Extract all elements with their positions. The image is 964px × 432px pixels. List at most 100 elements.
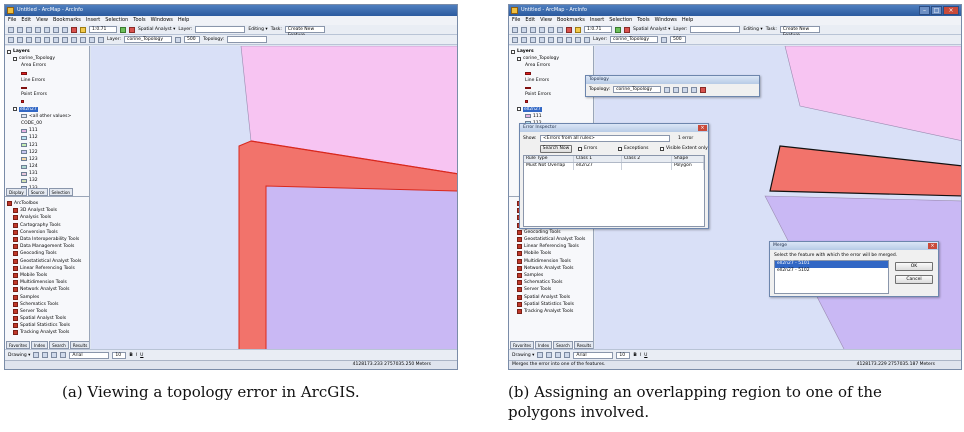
bold-button[interactable]: B [633, 353, 636, 358]
arctoolbox-icon[interactable] [624, 26, 630, 33]
toolbox-item[interactable]: Server Tools [7, 308, 87, 315]
topology-combo[interactable]: corine_Topology [613, 86, 662, 93]
col-rule-type[interactable]: Rule Type [524, 156, 574, 162]
topology-combo[interactable] [227, 36, 268, 43]
editor-icon[interactable] [615, 26, 621, 33]
list-item[interactable]: ell2n27 - 5101 [775, 261, 888, 268]
menu-windows[interactable]: Windows [151, 16, 173, 25]
toolbox-item[interactable]: Conversion Tools [7, 229, 87, 236]
arctoolbox-root[interactable]: ArcToolbox [7, 200, 87, 207]
text-icon[interactable] [564, 352, 571, 358]
cut-icon[interactable] [548, 26, 554, 33]
topology-layer[interactable]: corine_Topology [7, 55, 87, 62]
layers-root[interactable]: Layers [7, 48, 87, 55]
find-icon[interactable] [89, 36, 95, 43]
toolbox-item[interactable]: Data Management Tools [7, 243, 87, 250]
menu-selection[interactable]: Selection [105, 16, 128, 25]
close-icon[interactable]: × [943, 6, 959, 15]
toolbox-item[interactable]: Geocoding Tools [511, 229, 591, 236]
toolbox-item[interactable]: Mobile Tools [7, 272, 87, 279]
col-shape[interactable]: Shape [672, 156, 704, 162]
delete-icon[interactable] [71, 26, 77, 33]
menu-edit[interactable]: Edit [21, 16, 31, 25]
toolbox-item[interactable]: Network Analyst Tools [511, 265, 591, 272]
layer-ell2n27[interactable]: ell2n27 [511, 106, 591, 113]
toolbox-item[interactable]: Schematics Tools [7, 301, 87, 308]
select-icon[interactable] [71, 36, 77, 43]
errors-checkbox[interactable]: Errors [578, 146, 597, 151]
layer-combo[interactable] [195, 26, 246, 33]
font-combo[interactable]: Arial [573, 351, 614, 359]
toolbox-item[interactable]: Schematics Tools [511, 279, 591, 286]
fix-error-icon[interactable] [691, 86, 698, 93]
toolbox-item[interactable]: Data Interoperability Tools [7, 236, 87, 243]
tab-display[interactable]: Display [6, 188, 27, 196]
col-class-1[interactable]: Class 1 [574, 156, 622, 162]
toolbox-item[interactable]: Spatial Analyst Tools [511, 293, 591, 300]
spatial-analyst-menu[interactable]: Spatial Analyst ▾ [633, 27, 670, 32]
tab-favorites[interactable]: Favorites [6, 341, 31, 349]
task-combo[interactable]: Create New Feature [284, 26, 325, 38]
cancel-button[interactable]: Cancel [895, 275, 933, 284]
underline-button[interactable]: U [140, 353, 143, 358]
validate-extent-icon[interactable] [682, 86, 689, 93]
toolbox-item[interactable]: Spatial Statistics Tools [7, 322, 87, 329]
menu-windows[interactable]: Windows [655, 16, 677, 25]
validate-icon[interactable] [673, 86, 680, 93]
select-icon[interactable] [566, 36, 572, 43]
toolbox-item[interactable]: Mobile Tools [511, 250, 591, 257]
editor-menu[interactable]: Editing ▾ [743, 27, 762, 32]
tab-index[interactable]: Index [535, 341, 553, 349]
toolbox-item[interactable]: Samples [7, 293, 87, 300]
menu-file[interactable]: File [8, 16, 16, 25]
full-extent-icon[interactable] [44, 36, 50, 43]
close-icon[interactable]: × [698, 125, 707, 131]
forward-icon[interactable] [557, 36, 563, 43]
map-view[interactable] [91, 46, 457, 349]
toolbox-item[interactable]: Tracking Analyst Tools [511, 308, 591, 315]
drawing-menu[interactable]: Drawing ▾ [8, 353, 30, 358]
topology-icon[interactable] [660, 36, 667, 43]
font-size-combo[interactable]: 10 [112, 351, 127, 359]
measure-icon[interactable] [98, 36, 104, 43]
tab-source[interactable]: Source [27, 188, 48, 196]
copy-icon[interactable] [53, 26, 59, 33]
identify-icon[interactable] [80, 36, 86, 43]
toolbox-item[interactable]: Spatial Analyst Tools [7, 315, 87, 322]
zoom-in-icon[interactable] [512, 36, 518, 43]
toolbox-item[interactable]: 3D Analyst Tools [7, 207, 87, 214]
layer-combo-2[interactable]: corine_Topology [609, 36, 658, 43]
scale-combo[interactable]: 1:0.71 [89, 26, 117, 33]
toolbox-item[interactable]: Multidimension Tools [511, 258, 591, 265]
new-icon[interactable] [8, 26, 14, 33]
print-icon[interactable] [35, 26, 41, 33]
menu-insert[interactable]: Insert [86, 16, 100, 25]
toolbox-item[interactable]: Server Tools [511, 286, 591, 293]
full-extent-icon[interactable] [539, 36, 545, 43]
maximize-icon[interactable]: □ [931, 6, 942, 15]
fixed-zoom-icon[interactable] [26, 36, 32, 43]
pan-icon[interactable] [530, 36, 536, 43]
visible-extent-checkbox[interactable]: Visible Extent only [660, 146, 708, 151]
menu-bookmarks[interactable]: Bookmarks [557, 16, 585, 25]
menu-selection[interactable]: Selection [609, 16, 632, 25]
menu-view[interactable]: View [540, 16, 552, 25]
add-data-icon[interactable] [80, 26, 86, 33]
italic-button[interactable]: I [136, 353, 137, 358]
tab-index[interactable]: Index [31, 341, 49, 349]
font-combo[interactable]: Arial [69, 351, 110, 359]
editor-icon[interactable] [120, 26, 126, 33]
layer-ell2n27[interactable]: ell2n27 [7, 106, 87, 113]
text-icon[interactable] [60, 352, 67, 358]
pointer-icon[interactable] [537, 352, 544, 358]
copy-icon[interactable] [557, 26, 563, 33]
toolbox-item[interactable]: Linear Referencing Tools [7, 265, 87, 272]
italic-button[interactable]: I [640, 353, 641, 358]
tab-search[interactable]: Search [553, 341, 573, 349]
menu-insert[interactable]: Insert [590, 16, 604, 25]
identify-icon[interactable] [575, 36, 581, 43]
minimize-icon[interactable]: – [919, 6, 930, 15]
bold-button[interactable]: B [129, 353, 132, 358]
toolbox-item[interactable]: Linear Referencing Tools [511, 243, 591, 250]
menu-file[interactable]: File [512, 16, 520, 25]
